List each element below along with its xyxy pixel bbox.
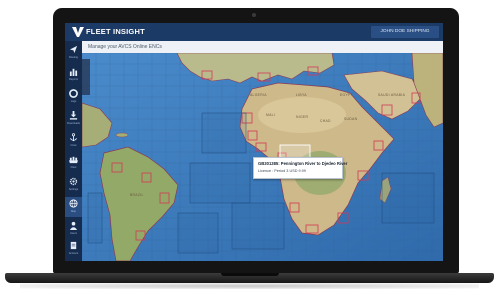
sidebar-item-users[interactable]: Users (65, 219, 82, 239)
map-label: ALGERIA (250, 93, 267, 97)
map-label: SAUDI ARABIA (378, 93, 406, 97)
map-label: SUDAN (344, 117, 358, 121)
sidebar-item-label: Logs (70, 100, 77, 103)
map-label: BRAZIL (130, 193, 144, 197)
navigation-arrow-icon (69, 45, 78, 54)
account-button[interactable]: JOHN DOE SHIPPING (371, 26, 439, 38)
sidebar-item-map[interactable]: Map (65, 197, 82, 217)
sidebar-item-label: Map (70, 210, 77, 213)
app-title: FLEET INSIGHT (86, 27, 145, 36)
screen: FLEET INSIGHT JOHN DOE SHIPPING Routing … (65, 23, 443, 261)
sidebar-item-settings[interactable]: Settings (65, 175, 82, 195)
map-label: NIGER (296, 115, 309, 119)
lifebuoy-icon (69, 89, 78, 98)
enc-cell-tooltip: GB301385: Pennington River to Djedeo Riv… (253, 157, 347, 179)
sidebar-item-label: Fleet (70, 166, 77, 169)
caribbean-islands (115, 132, 129, 138)
sidebar-item-account[interactable]: Account (65, 239, 82, 259)
anchor-icon (69, 133, 78, 142)
tooltip-detail: Licence : Period 3 USD 9.99 (258, 169, 306, 173)
sidebar-item-label: Reports (68, 78, 79, 81)
fleet-insight-logo-icon (72, 27, 84, 37)
enc-map[interactable]: ALGERIA LIBYA EGYPT MALI NIGER CHAD SUDA… (82, 53, 443, 261)
sidebar-item-label: Crew (70, 144, 77, 147)
document-icon (70, 241, 77, 250)
laptop-notch (221, 273, 279, 276)
user-icon (69, 221, 78, 230)
sidebar-item-routing[interactable]: Routing (65, 43, 82, 63)
sidebar-item-label: Users (70, 232, 77, 235)
map-label: LIBYA (296, 93, 307, 97)
bar-chart-icon (69, 68, 78, 76)
tooltip-title: GB301385: Pennington River to Djedeo Riv… (258, 161, 348, 166)
download-icon (69, 111, 78, 120)
sidebar-item-downloads[interactable]: Downloads (65, 109, 82, 129)
app-header: FLEET INSIGHT JOHN DOE SHIPPING (65, 23, 443, 41)
laptop-shadow (20, 283, 479, 289)
laptop-mockup: FLEET INSIGHT JOHN DOE SHIPPING Routing … (0, 0, 499, 295)
sidebar-item-logs[interactable]: Logs (65, 87, 82, 107)
sidebar-item-label: Account (68, 252, 79, 255)
layer-panel-tab[interactable] (82, 59, 90, 95)
page-title: Manage your AVCS Online ENCs (88, 44, 162, 50)
sidebar-item-crew[interactable]: Crew (65, 131, 82, 151)
map-label: CHAD (320, 119, 331, 123)
webcam (252, 13, 256, 17)
sidebar: Routing Reports Logs Downloads Crew Flee… (65, 41, 82, 261)
sidebar-item-reports[interactable]: Reports (65, 65, 82, 85)
map-label: MALI (266, 113, 276, 117)
gear-icon (69, 177, 78, 186)
sidebar-item-label: Routing (69, 56, 78, 59)
sidebar-item-fleet[interactable]: Fleet (65, 153, 82, 173)
map-label: EGYPT (340, 93, 353, 97)
ships-icon (69, 156, 78, 164)
sidebar-item-label: Settings (68, 188, 79, 191)
sidebar-item-label: Downloads (67, 122, 80, 125)
globe-icon (69, 199, 78, 208)
